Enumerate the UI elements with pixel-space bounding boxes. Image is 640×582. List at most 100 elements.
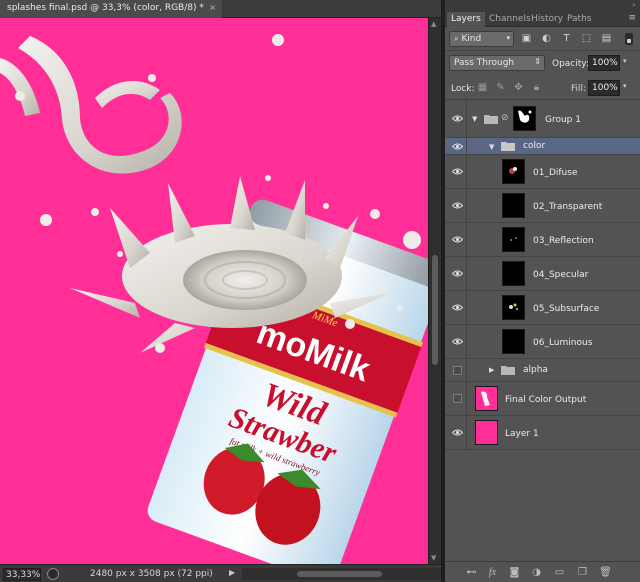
new-group-icon[interactable]: ▭ [553,566,566,579]
tab-history[interactable]: History [527,12,567,27]
layer-name: 06_Luminous [533,338,593,348]
search-icon: ⌕ [454,34,459,43]
scroll-down-icon[interactable]: ▼ [431,554,436,562]
eye-icon[interactable] [452,168,463,175]
lock-label: Lock: [451,84,475,94]
image-filter-icon[interactable]: ▣ [521,33,532,44]
layer-name: 04_Specular [533,270,589,280]
layer-row-alpha[interactable]: ▶ alpha [445,359,640,382]
panel-menu-icon[interactable]: ≡ [628,13,636,23]
fill-dropdown-icon[interactable]: ▾ [623,82,627,90]
adjustment-filter-icon[interactable]: ◐ [541,33,552,44]
layer-row-layer-1[interactable]: Layer 1 [445,416,640,450]
collapsed-triangle-icon[interactable]: ▶ [489,366,494,374]
lock-transparency-icon[interactable]: ▦ [477,82,488,93]
expand-triangle-icon[interactable]: ▼ [472,115,477,123]
document-tab[interactable]: splashes final.psd @ 33,3% (color, RGB/8… [0,0,222,18]
scroll-up-icon[interactable]: ▲ [431,20,436,28]
layer-row-02-transparent[interactable]: 02_Transparent [445,189,640,223]
tab-layers[interactable]: Layers [447,12,485,27]
lock-all-icon[interactable]: 🔒︎ [531,82,542,93]
opacity-label: Opacity: [552,59,589,69]
layer-thumbnail[interactable] [475,386,498,411]
layer-row-04-specular[interactable]: 04_Specular [445,257,640,291]
layers-panel-footer: ⊷ fx ◙ ◑ ▭ ❐ 🗑︎ [445,561,640,582]
lock-position-icon[interactable]: ✥ [513,82,524,93]
fx-icon[interactable]: fx [486,566,499,579]
layer-thumbnail[interactable] [502,261,525,286]
folder-icon [501,142,515,151]
shape-filter-icon[interactable]: ⬚ [581,33,592,44]
blend-row: Pass Through ⇕ Opacity: 100% ▾ [445,51,640,75]
opacity-field[interactable]: 100% [588,55,620,71]
layer-name: color [523,141,546,151]
lock-image-icon[interactable]: ✎ [495,82,506,93]
tab-paths[interactable]: Paths [563,12,595,27]
layer-name: Final Color Output [505,395,587,405]
fill-field[interactable]: 100% [588,80,620,96]
layer-name: 03_Reflection [533,236,594,246]
eye-icon[interactable] [452,338,463,345]
layer-row-03-reflection[interactable]: 03_Reflection [445,223,640,257]
layer-row-final-color-output[interactable]: Final Color Output [445,382,640,416]
new-layer-icon[interactable]: ❐ [576,566,589,579]
layer-row-group-1[interactable]: ▼ ⊘ Group 1 [445,100,640,138]
add-mask-icon[interactable]: ◙ [508,566,521,579]
panel-tab-bar: » Layers Channels History Paths ≡ [445,0,640,27]
visibility-off-box[interactable] [453,394,462,403]
layer-thumbnail[interactable] [502,159,525,184]
fill-label: Fill: [571,84,587,94]
vertical-scrollbar[interactable]: ▲ ▼ [428,18,441,564]
eye-icon[interactable] [452,304,463,311]
document-tab-title: splashes final.psd @ 33,3% (color, RGB/8… [7,3,204,13]
eye-icon[interactable] [452,429,463,436]
horizontal-scroll-thumb[interactable] [297,571,382,577]
layer-row-05-subsurface[interactable]: 05_Subsurface [445,291,640,325]
eye-icon[interactable] [452,270,463,277]
eye-icon[interactable] [452,143,463,150]
delete-icon[interactable]: 🗑︎ [599,566,612,579]
document-size: 2480 px x 3508 px (72 ppi) [90,569,213,579]
filter-kind-select[interactable]: ⌕ Kind ▾ [449,31,514,47]
smart-object-filter-icon[interactable]: ▤ [601,33,612,44]
layer-mask-thumbnail[interactable] [513,106,536,131]
eye-icon[interactable] [452,202,463,209]
layer-row-06-luminous[interactable]: 06_Luminous [445,325,640,359]
filter-toggle[interactable] [625,33,633,45]
adjustment-layer-icon[interactable]: ◑ [530,566,543,579]
artwork: MiMe moMilk Wild Strawber fat milk + wil… [0,34,428,564]
layer-name: alpha [523,365,548,375]
status-bar: 33,33% 2480 px x 3508 px (72 ppi) ▶ [0,564,441,582]
layer-name: 02_Transparent [533,202,603,212]
document-canvas[interactable]: MiMe moMilk Wild Strawber fat milk + wil… [0,18,428,564]
type-filter-icon[interactable]: T [561,33,572,44]
layer-thumbnail[interactable] [475,420,498,445]
filter-kind-label: Kind [461,34,482,44]
layers-panel: » Layers Channels History Paths ≡ ⌕ Kind… [445,0,640,582]
zoom-level-field[interactable]: 33,33% [3,568,41,581]
document-tab-bar: splashes final.psd @ 33,3% (color, RGB/8… [0,0,441,18]
eye-icon[interactable] [452,236,463,243]
folder-icon [501,366,515,375]
layer-thumbnail[interactable] [502,295,525,320]
layer-row-01-difuse[interactable]: 01_Difuse [445,155,640,189]
layer-thumbnail[interactable] [502,193,525,218]
layer-name: Layer 1 [505,429,539,439]
milk-pool [183,250,307,310]
collapse-panel-icon[interactable]: » [632,1,636,9]
link-layers-icon[interactable]: ⊷ [465,566,478,579]
layer-row-color[interactable]: ▼ color [445,138,640,155]
layer-thumbnail[interactable] [502,227,525,252]
expand-triangle-icon[interactable]: ▼ [489,143,494,151]
layer-name: 01_Difuse [533,168,578,178]
eye-icon[interactable] [452,115,463,122]
opacity-dropdown-icon[interactable]: ▾ [623,57,627,65]
status-menu-arrow-icon[interactable]: ▶ [229,568,235,577]
close-icon[interactable]: × [209,3,216,12]
visibility-off-box[interactable] [453,366,462,375]
layer-thumbnail[interactable] [502,329,525,354]
document-info-icon[interactable] [47,568,59,580]
blend-mode-select[interactable]: Pass Through ⇕ [449,55,545,71]
vertical-scroll-thumb[interactable] [432,255,438,365]
horizontal-scrollbar[interactable] [242,568,441,580]
